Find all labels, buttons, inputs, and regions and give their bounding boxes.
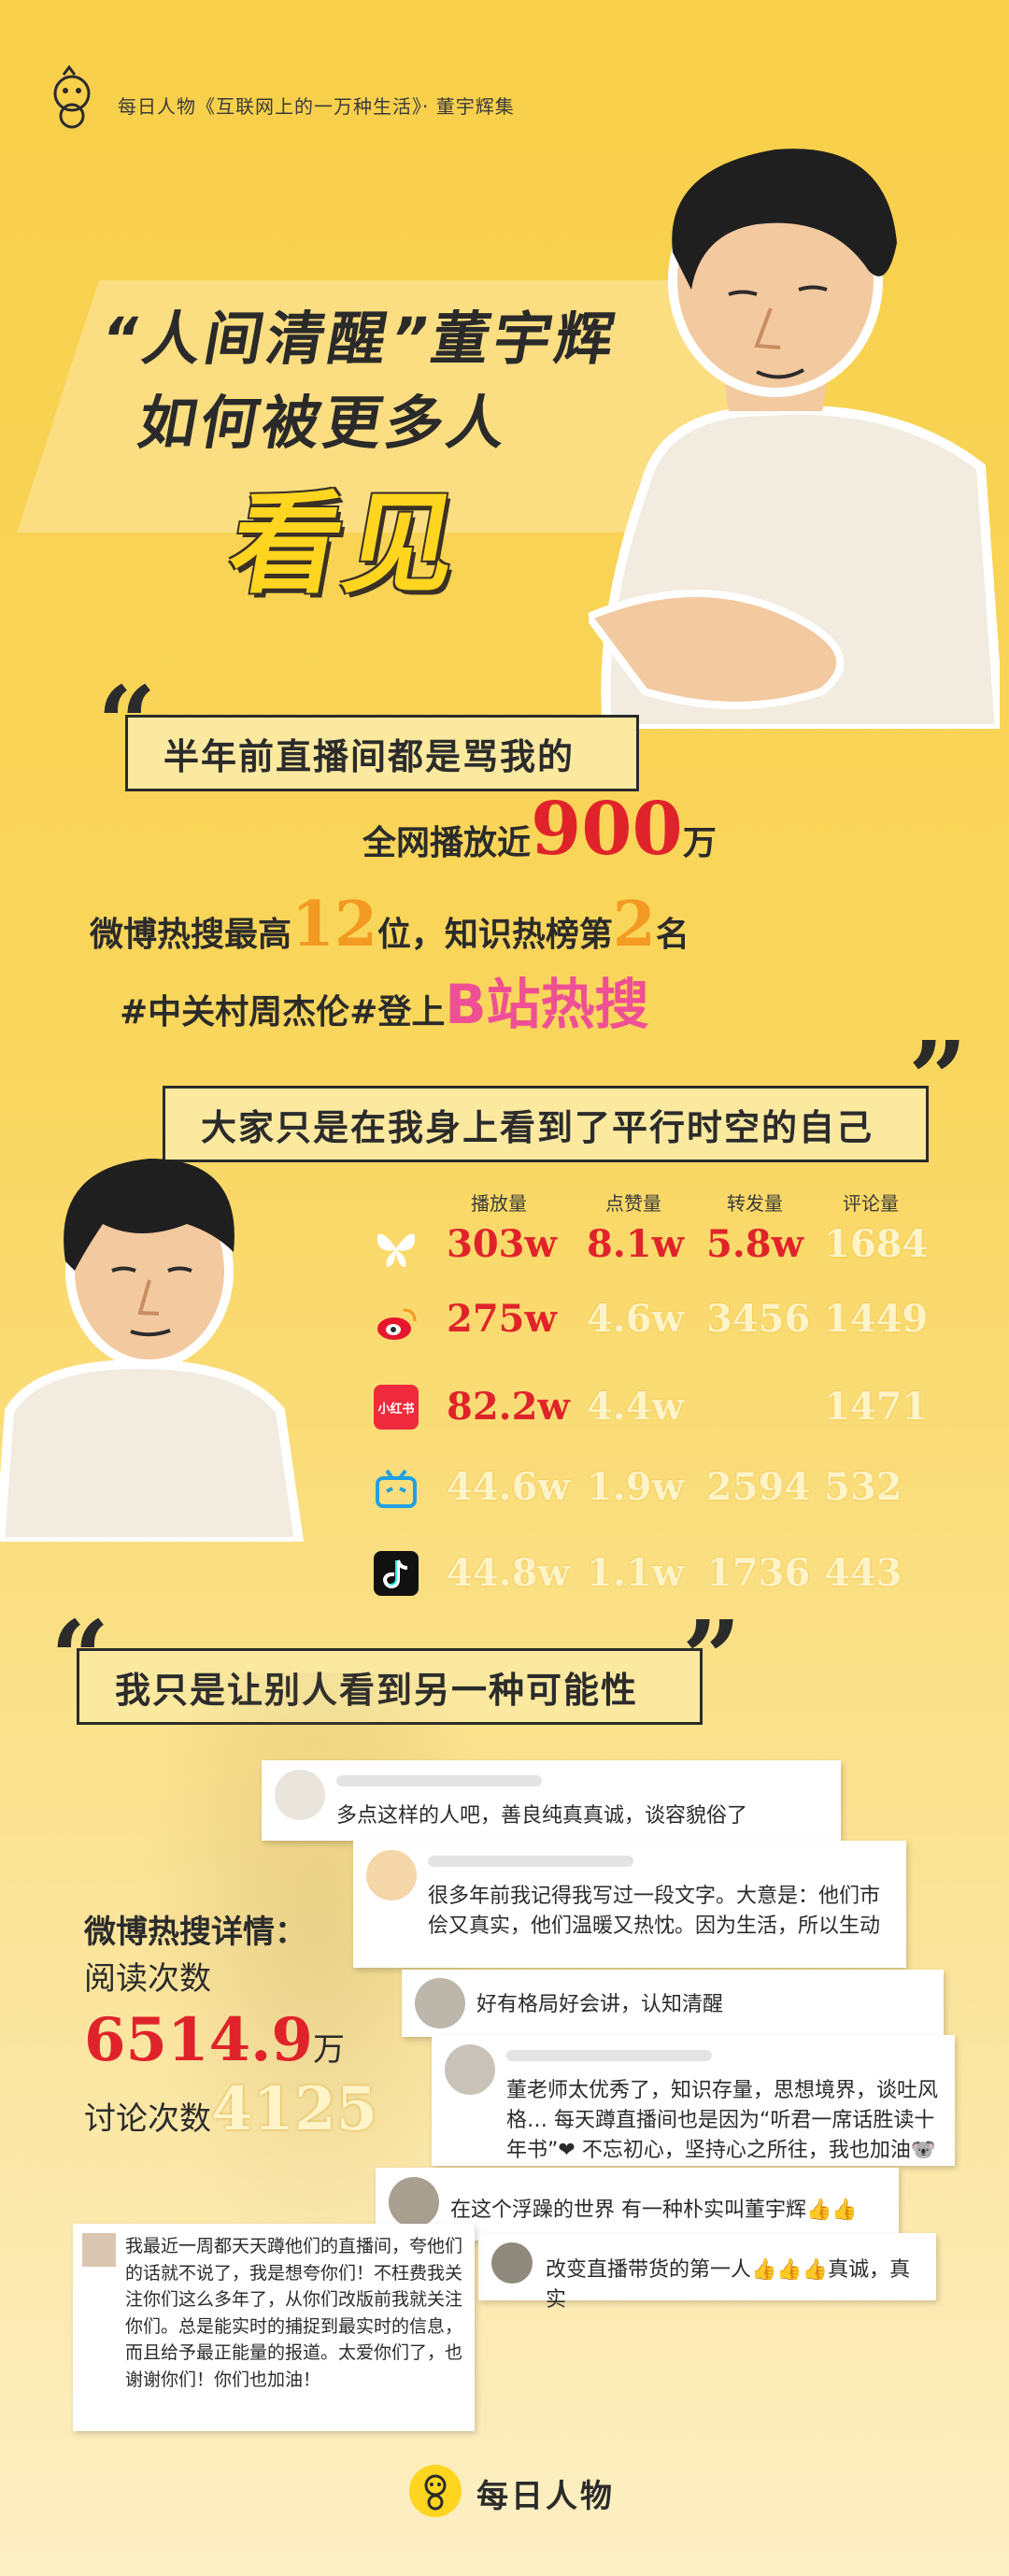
stat-rank-mid: 位，知识热榜第 [377, 916, 613, 954]
douyin-icon [374, 1551, 419, 1596]
stat-bili-highlight: B站热搜 [445, 973, 649, 1036]
close-quote-mark-2: ” [908, 1018, 968, 1139]
blurred-username [506, 2050, 712, 2061]
avatar [82, 2233, 116, 2267]
avatar [415, 1978, 465, 2028]
stat-line-views: 全网播放近900万 [362, 787, 717, 872]
stat-rank-suffix: 名 [655, 916, 689, 954]
owl-logo-icon [53, 65, 91, 129]
comment-text: 好有格局好会讲，认知清醒 [476, 1993, 724, 2016]
stat-line-ranks: 微博热搜最高12位，知识热榜第2名 [90, 888, 689, 961]
stat-rank-weibo-value: 12 [291, 888, 377, 961]
table-row-5-plays: 44.8w [447, 1551, 570, 1595]
xiaohongshu-icon: 小红书 [374, 1385, 419, 1430]
table-row-4-comments: 532 [824, 1465, 902, 1509]
table-row-4-shares: 2594 [706, 1465, 811, 1509]
table-row-1-plays: 303w [447, 1222, 557, 1266]
title-line-1: “人间清醒”董宇辉 [95, 305, 623, 373]
weibo-discuss-row: 讨论次数4125 [84, 2074, 377, 2144]
table-row-5-likes: 1.1w [587, 1551, 685, 1595]
weibo-read-label: 阅读次数 [84, 1960, 211, 1998]
table-row-1-comments: 1684 [824, 1222, 929, 1266]
title-line-2: 如何被更多人 [133, 389, 516, 457]
stat-views-suffix: 万 [682, 824, 717, 862]
stat-views-value: 900 [531, 787, 683, 872]
weibo-read-value-row: 6514.9万 [84, 2005, 345, 2075]
table-row-2-comments: 1449 [824, 1297, 929, 1341]
table-row-1-likes: 8.1w [587, 1222, 685, 1266]
table-row-3-plays: 82.2w [447, 1385, 570, 1429]
comment-text: 董老师太优秀了，知识存量，思想境界，谈吐风格… 每天蹲直播间也是因为“听君一席话… [506, 2079, 939, 2162]
weibo-discuss-value: 4125 [211, 2074, 378, 2144]
comment-card: 好有格局好会讲，认知清醒 [402, 1970, 944, 2037]
comment-card: 多点这样的人吧，善良纯真真诚，谈容貌俗了 [262, 1760, 841, 1841]
header-text: 每日人物《互联网上的一万种生活》· 董宇辉集 [118, 95, 515, 118]
comment-text: 我最近一周都天天蹲他们的直播间，夸他们的话就不说了，我是想夸你们！不枉费我关注你… [125, 2236, 463, 2390]
stat-rank-zhihu-value: 2 [612, 888, 656, 961]
weibo-icon [377, 1308, 417, 1340]
table-row-4-likes: 1.9w [587, 1465, 685, 1509]
stat-rank-prefix: 微博热搜最高 [90, 916, 292, 954]
weibo-detail-title: 微博热搜详情： [84, 1914, 306, 1951]
comment-text: 在这个浮躁的世界 有一种朴实叫董宇辉👍👍 [450, 2199, 858, 2222]
table-row-3-likes: 4.4w [587, 1385, 685, 1429]
table-row-5-comments: 443 [824, 1551, 902, 1595]
portrait-illustration-left [0, 1159, 305, 1542]
table-row-2-likes: 4.6w [587, 1297, 685, 1341]
column-header-plays: 播放量 [471, 1192, 527, 1215]
stat-line-bilibili: #中关村周杰伦#登上B站热搜 [120, 961, 649, 1039]
comment-card: 董老师太优秀了，知识存量，思想境界，谈吐风格… 每天蹲直播间也是因为“听君一席话… [432, 2035, 955, 2166]
table-row-3-comments: 1471 [824, 1385, 929, 1429]
avatar [491, 2242, 533, 2284]
footer-logo-icon [409, 2465, 462, 2517]
column-header-shares: 转发量 [727, 1192, 783, 1215]
column-header-comments: 评论量 [843, 1192, 899, 1215]
comment-text: 很多年前我记得我写过一段文字。大意是：他们市侩又真实，他们温暖又热忱。因为生活，… [428, 1885, 881, 1938]
title-line-3: 看见 [220, 479, 472, 608]
portrait-illustration-right [589, 149, 1000, 729]
weibo-discuss-label: 讨论次数 [84, 2100, 211, 2138]
blurred-username [336, 1775, 542, 1786]
avatar [445, 2044, 495, 2095]
close-quote-mark-3: ” [682, 1598, 742, 1718]
stat-views-prefix: 全网播放近 [362, 824, 532, 862]
avatar [366, 1850, 417, 1900]
table-row-4-plays: 44.6w [447, 1465, 570, 1509]
avatar [389, 2177, 439, 2227]
weibo-read-unit: 万 [312, 2031, 345, 2069]
comment-text: 多点这样的人吧，善良纯真真诚，谈容貌俗了 [336, 1804, 748, 1828]
table-row-2-shares: 3456 [706, 1297, 811, 1341]
comment-text: 改变直播带货的第一人👍👍👍真诚，真实 [546, 2258, 911, 2312]
table-row-2-plays: 275w [447, 1297, 557, 1341]
comment-card: 改变直播带货的第一人👍👍👍真诚，真实 [478, 2233, 936, 2312]
avatar [275, 1770, 325, 1820]
comment-card: 很多年前我记得我写过一段文字。大意是：他们市侩又真实，他们温暖又热忱。因为生活，… [353, 1841, 906, 1968]
table-row-5-shares: 1736 [706, 1551, 811, 1595]
weibo-read-value: 6514.9 [84, 2005, 313, 2075]
quote-box-1: 半年前直播间都是骂我的 [125, 715, 639, 791]
bilibili-icon [376, 1469, 417, 1508]
table-row-1-shares: 5.8w [706, 1222, 804, 1266]
column-header-likes: 点赞量 [605, 1192, 661, 1215]
comment-card: 我最近一周都天天蹲他们的直播间，夸他们的话就不说了，我是想夸你们！不枉费我关注你… [73, 2224, 475, 2431]
footer-brand: 每日人物 [476, 2478, 615, 2515]
stat-bili-prefix: #中关村周杰伦#登上 [120, 993, 446, 1032]
blurred-username [428, 1856, 633, 1867]
butterfly-icon [377, 1233, 416, 1267]
